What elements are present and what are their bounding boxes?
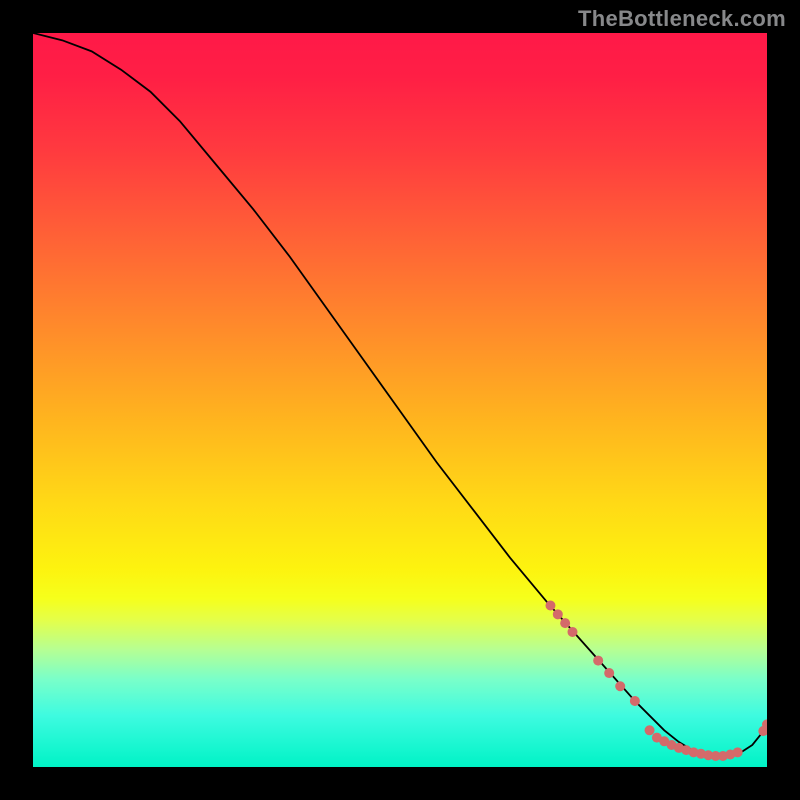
- marker-dot: [553, 609, 563, 619]
- marker-dot: [593, 656, 603, 666]
- chart-frame: TheBottleneck.com: [0, 0, 800, 800]
- watermark-text: TheBottleneck.com: [578, 6, 786, 32]
- plot-area: [33, 33, 767, 767]
- marker-dot: [630, 696, 640, 706]
- marker-dot: [645, 725, 655, 735]
- marker-dot: [733, 747, 743, 757]
- marker-dot: [615, 681, 625, 691]
- curve-layer: [33, 33, 767, 767]
- bottleneck-curve: [33, 33, 767, 757]
- marker-dot: [604, 668, 614, 678]
- marker-dot: [567, 627, 577, 637]
- marker-dot: [545, 601, 555, 611]
- marker-dot: [560, 618, 570, 628]
- marker-dots: [545, 601, 767, 761]
